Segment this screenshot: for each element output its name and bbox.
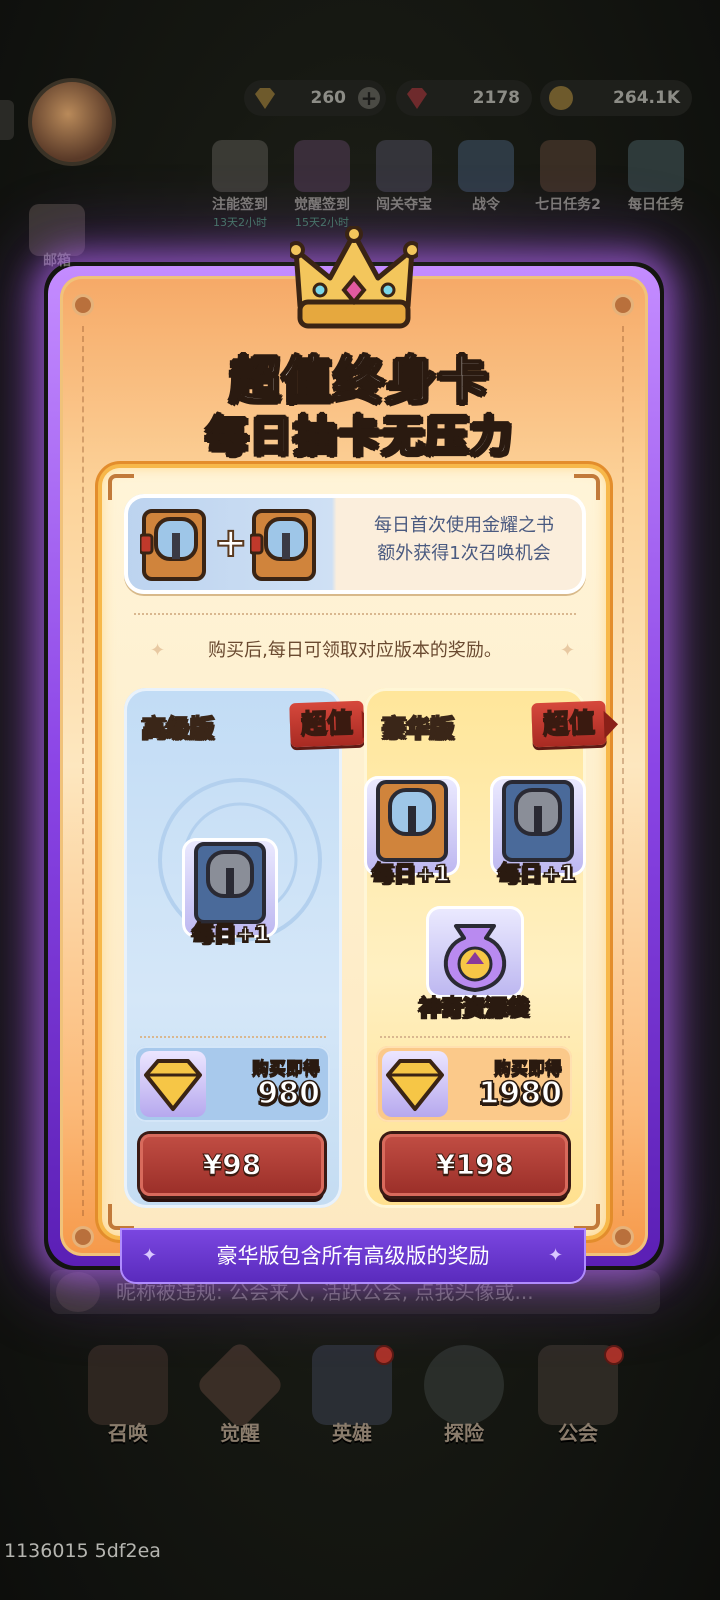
red-gem-counter: 2178 [396,80,532,116]
gold-gem-value: 260 [310,88,347,108]
gold-gem-icon [144,1059,202,1111]
seven-day-task-event[interactable]: 七日任务2 [532,140,604,214]
resource-bag-label: 神奇资源袋 [418,995,530,1022]
nav-label: 公会 [558,1421,598,1445]
wolf-icon [376,140,432,192]
nav-label: 探险 [444,1421,484,1445]
nav-explore[interactable]: 探险 [414,1345,514,1455]
gold-gem-icon [386,1059,444,1111]
energy-checkin-event[interactable]: 注能签到 13天2小时 [204,140,276,230]
nav-label: 英雄 [332,1421,372,1445]
build-id: 1136015 5df2ea [4,1540,161,1562]
coin-value: 264.1K [613,88,680,108]
box-corner-ornament [108,474,134,500]
calendar-icon [294,140,350,192]
value-ribbon: 超值 [531,700,607,748]
event-label: 七日任务2 [535,197,601,213]
book-bonus-description: 每日首次使用金耀之书 额外获得1次召唤机会 [344,512,584,568]
coin-counter: 264.1K [540,80,692,116]
gem-tile [382,1051,448,1117]
compass-icon [424,1345,504,1425]
divider [134,613,576,615]
advanced-tier-title: 高级版 [141,713,215,743]
divider [140,1036,326,1038]
buy-deluxe-button[interactable]: ¥198 [382,1134,568,1196]
chat-message: 昵称被违规: 公会来人, 活跃公会, 点我头像或... [116,1280,534,1304]
daily-reward-label: 每日+1 [191,921,270,948]
calendar-icon [212,140,268,192]
buy-advanced-button[interactable]: ¥98 [140,1134,324,1196]
banner-text: 豪华版包含所有高级版的奖励 [216,1244,490,1268]
frame-bolt [612,294,634,316]
notification-dot [604,1345,624,1365]
gold-gem-icon [255,88,275,109]
crown-icon [290,226,418,329]
popup-subtitle: 每日抽卡无压力 [205,410,514,461]
resource-bag-icon [443,924,507,992]
divider [380,1036,570,1038]
deluxe-tier-title: 豪华版 [381,713,455,743]
book-bonus-line1: 每日首次使用金耀之书 [374,515,554,536]
frame-bolt [72,1226,94,1248]
helmet-book-icon [540,140,596,192]
coin-icon [549,86,573,110]
golden-book-icon [250,509,316,581]
reward-amount: 1980 [478,1075,563,1112]
instant-reward-box: 购买即得 1980 [376,1046,572,1122]
golden-book-icon [140,509,206,581]
event-label: 觉醒签到 [294,197,350,213]
sparkle-icon: ✦ [560,640,576,661]
box-corner-ornament [108,1204,134,1230]
reward-amount: 980 [257,1075,321,1112]
mail-button[interactable]: 邮箱 [22,204,92,269]
red-gem-icon [407,88,427,109]
event-timer: 13天2小时 [213,216,267,229]
add-gold-gem-button[interactable]: + [358,87,380,109]
daily-task-event[interactable]: 每日任务 [620,140,692,214]
envelope-icon [29,204,85,256]
purchase-info: 购买后,每日可领取对应版本的奖励。 [208,640,502,661]
notification-dot [374,1345,394,1365]
nav-guild[interactable]: 公会 [528,1345,628,1455]
event-label: 注能签到 [212,197,268,213]
task-board-icon [628,140,684,192]
sparkle-icon: ✦ [548,1245,564,1266]
side-panel-toggle[interactable] [0,100,14,140]
frame-bolt [612,1226,634,1248]
daily-reward-label: 每日+1 [497,861,576,888]
box-corner-ornament [574,474,600,500]
battle-pass-icon [458,140,514,192]
chat-avatar [56,1272,100,1312]
nav-awaken[interactable]: 觉醒 [190,1339,290,1455]
player-avatar[interactable] [28,78,116,166]
sparkle-icon: ✦ [142,1245,158,1266]
gold-gem-counter: 260 + [244,80,386,116]
plus-icon: + [213,519,248,567]
event-label: 闯关夺宝 [376,197,432,213]
nav-summon[interactable]: 召唤 [78,1345,178,1455]
box-corner-ornament [574,1204,600,1230]
value-ribbon: 超值 [289,700,365,748]
frame-bolt [72,294,94,316]
nav-heroes[interactable]: 英雄 [302,1345,402,1455]
helmet-book-icon [88,1345,168,1425]
awaken-checkin-event[interactable]: 觉醒签到 15天2小时 [286,140,358,230]
event-label: 每日任务 [628,197,684,213]
gem-tile [140,1051,206,1117]
book-bonus-line2: 额外获得1次召唤机会 [377,543,551,564]
battle-pass-event[interactable]: 战令 [450,140,522,214]
red-gem-value: 2178 [472,88,520,108]
deluxe-includes-banner: 豪华版包含所有高级版的奖励 [122,1230,584,1282]
reward-item-tile[interactable] [426,906,524,998]
event-label: 战令 [472,197,500,213]
nav-label: 召唤 [108,1421,148,1445]
stage-treasure-event[interactable]: 闯关夺宝 [368,140,440,214]
daily-reward-label: 每日+1 [371,861,450,888]
instant-reward-box: 购买即得 980 [134,1046,330,1122]
